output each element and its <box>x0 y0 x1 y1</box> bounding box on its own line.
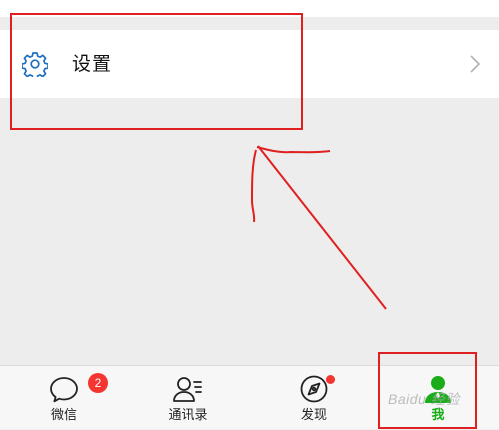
watermark: Baidu 经验 <box>388 391 460 407</box>
settings-label: 设置 <box>72 53 113 75</box>
new-content-dot <box>326 375 335 384</box>
unread-badge: 2 <box>88 373 108 393</box>
chevron-right-icon <box>470 55 481 73</box>
settings-row[interactable]: 设置 <box>0 30 499 98</box>
section-gap <box>0 17 499 30</box>
top-strip <box>0 0 499 17</box>
tab-discover[interactable]: 发现 <box>264 366 364 430</box>
tab-me-label: 我 <box>431 408 445 423</box>
tab-discover-label: 发现 <box>300 408 327 423</box>
tab-chats[interactable]: 2 微信 <box>14 366 114 430</box>
tab-contacts-label: 通讯录 <box>168 408 208 423</box>
tab-contacts[interactable]: 通讯录 <box>138 366 238 430</box>
contacts-icon <box>173 377 202 402</box>
tab-chats-label: 微信 <box>50 408 77 423</box>
gear-icon <box>22 52 48 77</box>
content-area <box>0 98 499 365</box>
chat-bubble-icon <box>50 377 78 403</box>
